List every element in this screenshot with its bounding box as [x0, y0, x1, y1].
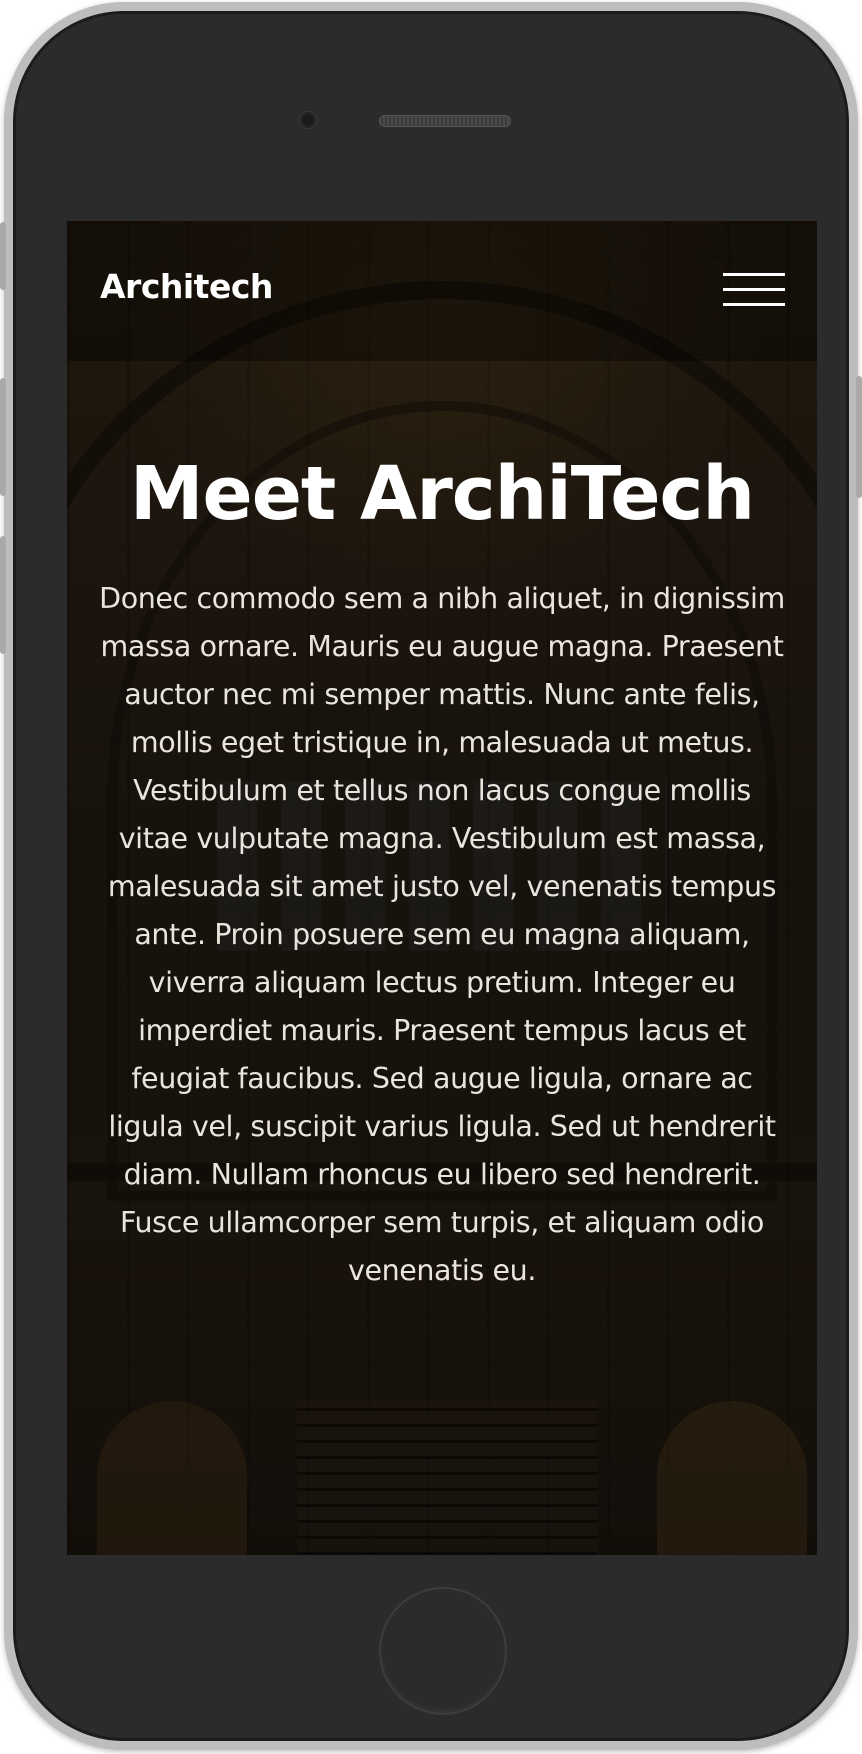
volume-down-button [0, 536, 6, 654]
hero-title: Meet ArchiTech [129, 451, 755, 537]
phone-frame: Architech Meet ArchiTech Donec commodo s… [4, 2, 858, 1750]
volume-up-button [0, 378, 6, 496]
mute-switch [0, 222, 6, 290]
hamburger-line [723, 288, 785, 291]
hamburger-menu-icon[interactable] [723, 271, 785, 311]
brand-logo[interactable]: Architech [100, 267, 273, 306]
hero-description: Donec commodo sem a nibh aliquet, in dig… [99, 582, 785, 1287]
home-button[interactable] [379, 1587, 507, 1715]
hamburger-line [723, 273, 785, 276]
device-mockup-canvas: Architech Meet ArchiTech Donec commodo s… [0, 0, 862, 1754]
power-button [856, 376, 862, 498]
phone-screen: Architech Meet ArchiTech Donec commodo s… [67, 221, 817, 1555]
front-camera [300, 112, 316, 128]
earpiece-speaker [379, 115, 511, 127]
navbar: Architech [67, 221, 817, 361]
hamburger-line [723, 303, 785, 306]
